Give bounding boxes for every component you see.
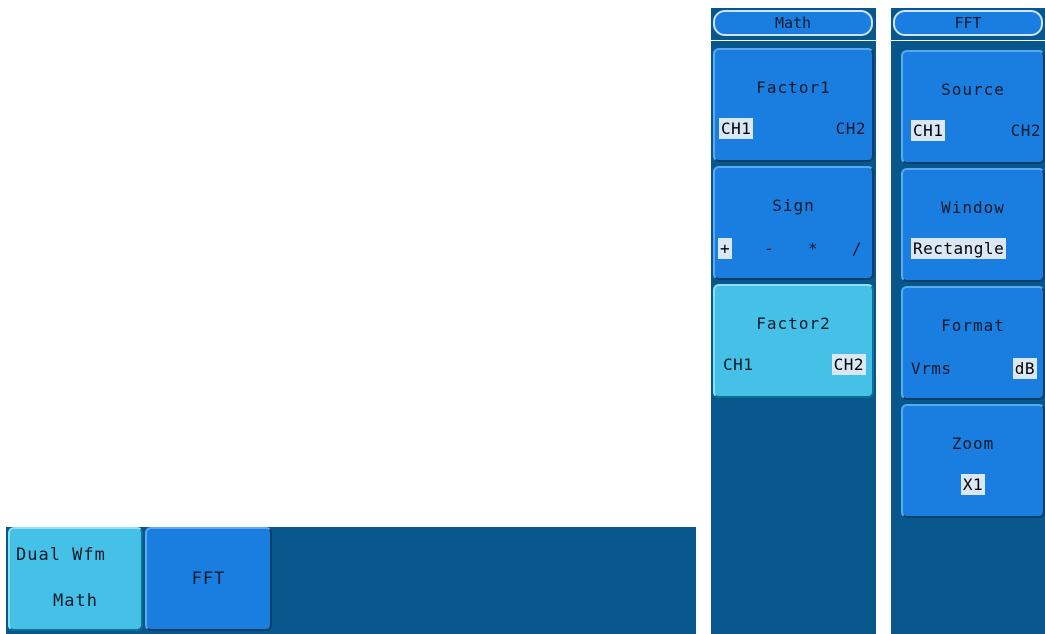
factor1-button[interactable]: Factor1 CH1 CH2 bbox=[713, 48, 874, 162]
fft-button-label: FFT bbox=[191, 569, 226, 589]
zoom-value-row: X1 bbox=[903, 474, 1043, 495]
math-menu-panel: Math Factor1 CH1 CH2 Sign + - * / Factor… bbox=[711, 8, 876, 634]
source-options: CH1 CH2 bbox=[903, 120, 1043, 141]
source-option-ch2: CH2 bbox=[1010, 121, 1041, 140]
format-options: Vrms dB bbox=[903, 358, 1043, 379]
sign-options: + - * / bbox=[715, 238, 872, 259]
format-button[interactable]: Format Vrms dB bbox=[901, 286, 1045, 400]
format-title: Format bbox=[941, 316, 1005, 335]
sign-button[interactable]: Sign + - * / bbox=[713, 166, 874, 280]
sign-option-divide: / bbox=[851, 239, 862, 258]
math-menu-header: Math bbox=[713, 10, 873, 36]
dual-wfm-math-line1: Dual Wfm bbox=[16, 545, 106, 565]
window-value-row: Rectangle bbox=[903, 238, 1043, 259]
dual-wfm-math-line2: Math bbox=[53, 591, 98, 611]
window-button[interactable]: Window Rectangle bbox=[901, 168, 1045, 282]
zoom-title: Zoom bbox=[951, 434, 995, 453]
window-title: Window bbox=[941, 198, 1005, 217]
factor1-title: Factor1 bbox=[756, 78, 831, 97]
factor2-title: Factor2 bbox=[756, 314, 831, 333]
sign-option-plus: + bbox=[718, 238, 733, 259]
bottom-menu-bar: Dual Wfm Math FFT bbox=[6, 527, 696, 634]
fft-button[interactable]: FFT bbox=[145, 527, 272, 631]
header-divider bbox=[711, 40, 876, 41]
sign-option-minus: - bbox=[763, 239, 775, 258]
fft-menu-panel: FFT Source CH1 CH2 Window Rectangle Form… bbox=[891, 8, 1045, 634]
format-option-vrms: Vrms bbox=[911, 359, 952, 378]
source-option-ch1: CH1 bbox=[911, 120, 946, 141]
source-button[interactable]: Source CH1 CH2 bbox=[901, 50, 1045, 164]
sign-title: Sign bbox=[772, 196, 815, 215]
factor2-option-ch2: CH2 bbox=[831, 354, 866, 375]
dual-wfm-math-button[interactable]: Dual Wfm Math bbox=[8, 527, 143, 631]
sign-option-multiply: * bbox=[807, 239, 819, 258]
window-value: Rectangle bbox=[911, 238, 1007, 259]
zoom-button[interactable]: Zoom X1 bbox=[901, 404, 1045, 518]
fft-header-divider bbox=[891, 40, 1045, 41]
zoom-value: X1 bbox=[960, 474, 986, 495]
factor2-button[interactable]: Factor2 CH1 CH2 bbox=[713, 284, 874, 398]
factor1-options: CH1 CH2 bbox=[715, 118, 872, 139]
factor1-option-ch1: CH1 bbox=[719, 118, 754, 139]
fft-menu-header: FFT bbox=[893, 10, 1043, 36]
source-title: Source bbox=[941, 80, 1005, 99]
factor2-option-ch1: CH1 bbox=[723, 355, 754, 374]
factor1-option-ch2: CH2 bbox=[835, 119, 866, 138]
format-option-db: dB bbox=[1012, 358, 1037, 379]
factor2-options: CH1 CH2 bbox=[715, 354, 872, 375]
